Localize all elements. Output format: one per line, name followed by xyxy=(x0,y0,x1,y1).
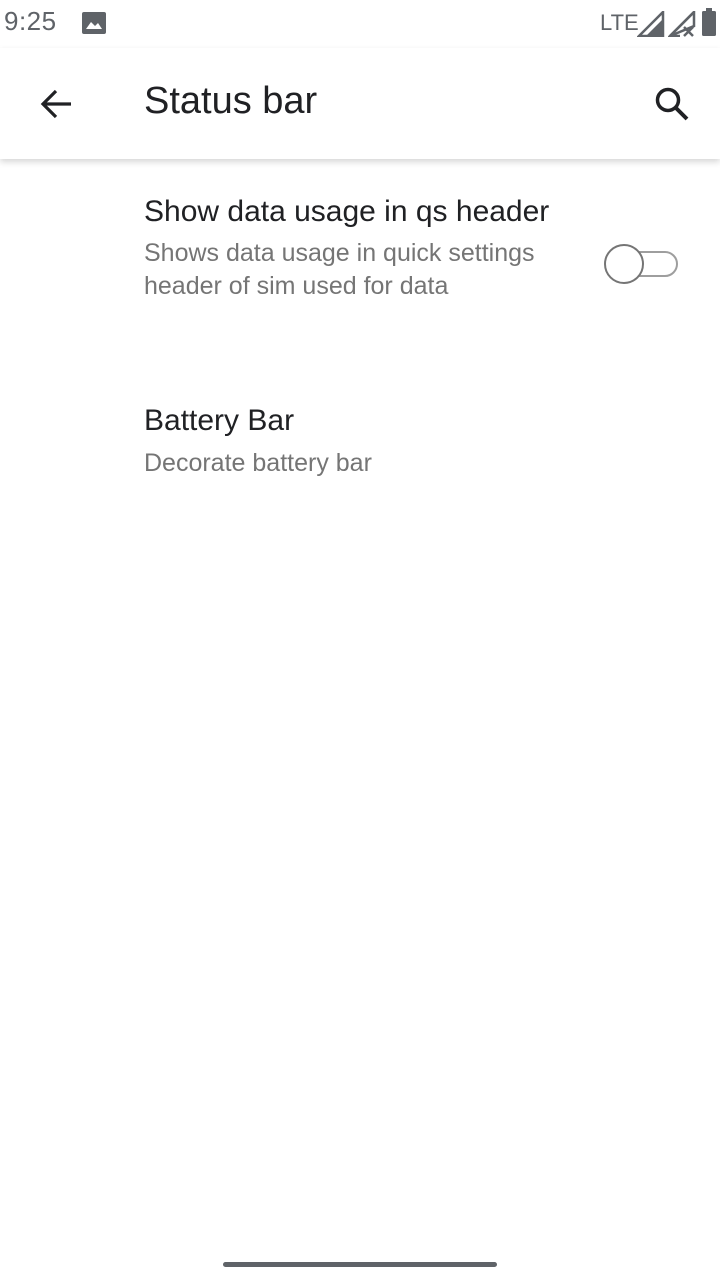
data-usage-toggle[interactable] xyxy=(604,244,680,284)
status-time: 9:25 xyxy=(4,6,57,36)
battery-icon xyxy=(702,8,716,36)
search-icon xyxy=(655,87,689,121)
app-toolbar: Status bar xyxy=(0,48,720,159)
image-icon xyxy=(82,12,106,34)
status-bar: 9:25 LTE xyxy=(0,0,720,48)
pref-battery-bar[interactable]: Battery Bar Decorate battery bar xyxy=(0,369,720,509)
pref-title: Show data usage in qs header xyxy=(144,195,550,228)
search-button[interactable] xyxy=(640,72,704,136)
switch-thumb xyxy=(604,244,644,284)
pref-title: Battery Bar xyxy=(144,404,295,437)
back-button[interactable] xyxy=(24,72,88,136)
pref-summary: Shows data usage in quick settings heade… xyxy=(144,239,535,300)
pref-summary: Decorate battery bar xyxy=(144,449,372,477)
gesture-nav-handle[interactable] xyxy=(223,1262,497,1267)
signal-icon xyxy=(637,11,665,37)
pref-show-data-usage[interactable]: Show data usage in qs header Shows data … xyxy=(0,159,720,369)
signal-no-data-icon xyxy=(668,11,696,37)
page-title: Status bar xyxy=(144,80,318,122)
arrow-back-icon xyxy=(40,89,71,119)
network-type-label: LTE xyxy=(600,10,639,35)
